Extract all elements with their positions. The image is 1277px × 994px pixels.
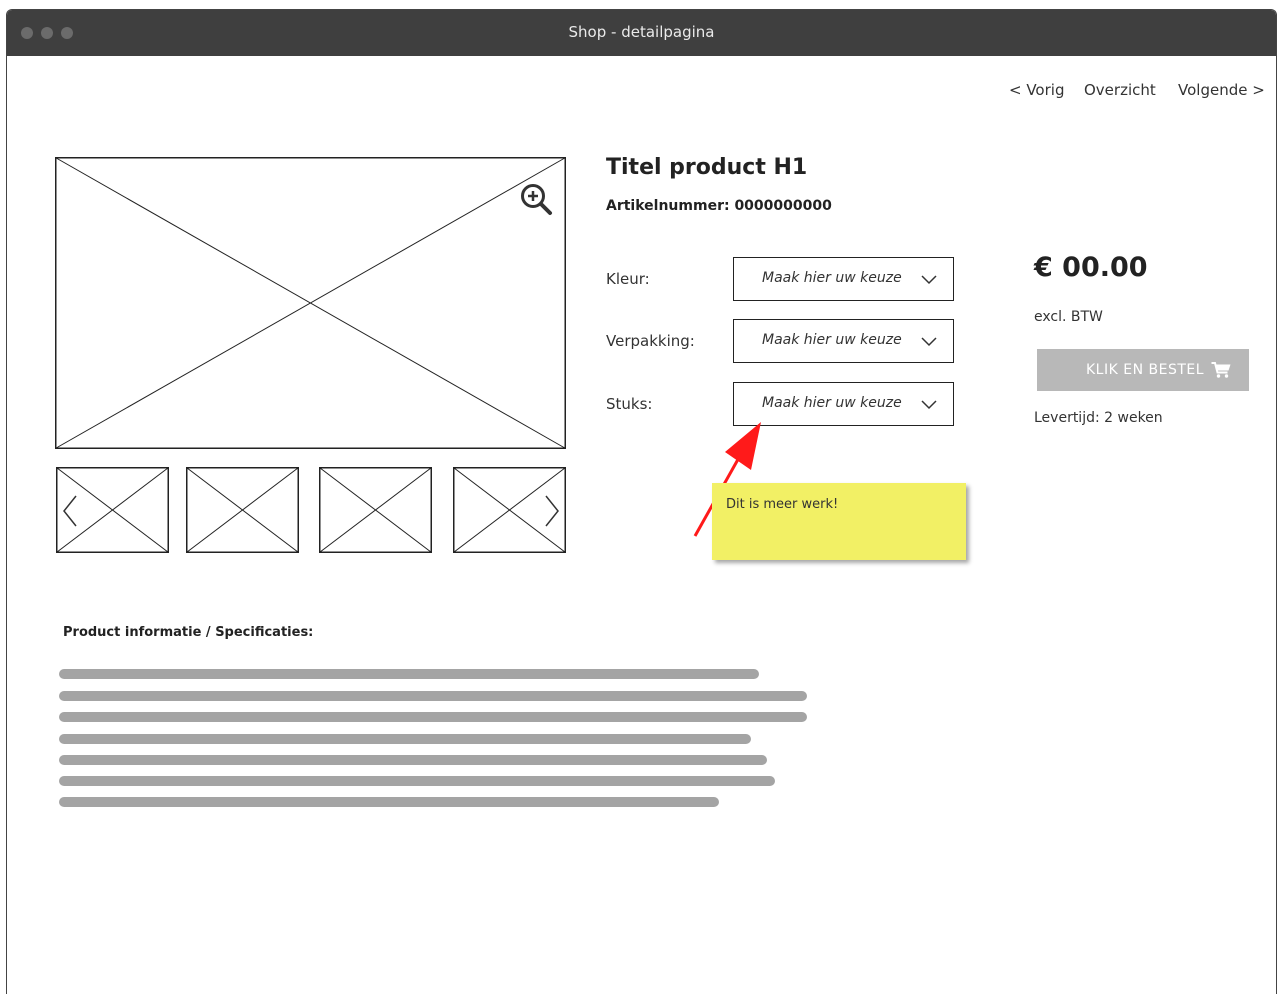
thumbnail-4[interactable] [453,467,566,553]
spec-text-line [59,734,751,744]
chevron-down-icon [921,400,937,410]
spec-text-line [59,712,807,722]
delivery-time: Levertijd: 2 weken [1034,410,1163,426]
option-label-kleur: Kleur: [606,270,650,288]
order-button[interactable]: KLIK EN BESTEL [1037,349,1249,391]
select-verpakking[interactable]: Maak hier uw keuze [733,319,954,363]
browser-window: Shop - detailpagina < Vorig Overzicht Vo… [6,9,1277,994]
spec-text-line [59,669,759,679]
page-content: < Vorig Overzicht Volgende > Titel produ… [7,56,1276,994]
nav-prev-link[interactable]: < Vorig [1009,81,1064,99]
sticky-note-text: Dit is meer werk! [726,497,839,512]
option-label-stuks: Stuks: [606,395,653,413]
main-product-image[interactable] [55,157,566,449]
select-placeholder: Maak hier uw keuze [762,332,902,348]
spec-text-line [59,755,767,765]
chevron-down-icon [921,337,937,347]
product-sku: Artikelnummer: 0000000000 [606,198,832,214]
product-price: € 00.00 [1034,252,1148,283]
vat-note: excl. BTW [1034,309,1103,325]
product-title: Titel product H1 [606,155,808,180]
option-label-verpakking: Verpakking: [606,332,695,350]
sticky-note: Dit is meer werk! [712,483,966,560]
select-kleur[interactable]: Maak hier uw keuze [733,257,954,301]
thumbnail-1[interactable] [56,467,169,553]
zoom-in-icon[interactable] [519,182,555,218]
order-button-label: KLIK EN BESTEL [1086,362,1205,378]
chevron-down-icon [921,275,937,285]
thumbnail-3[interactable] [319,467,432,553]
cart-icon [1211,362,1231,378]
select-stuks[interactable]: Maak hier uw keuze [733,382,954,426]
window-title: Shop - detailpagina [568,23,715,41]
thumbnail-2[interactable] [186,467,299,553]
spec-text-line [59,691,807,701]
nav-next-link[interactable]: Volgende > [1178,81,1265,99]
spec-text-line [59,776,775,786]
select-placeholder: Maak hier uw keuze [762,270,902,286]
title-bar: Shop - detailpagina [7,10,1276,56]
select-placeholder: Maak hier uw keuze [762,395,902,411]
nav-overview-link[interactable]: Overzicht [1084,81,1156,99]
specs-title: Product informatie / Specificaties: [63,625,314,640]
spec-text-line [59,797,719,807]
